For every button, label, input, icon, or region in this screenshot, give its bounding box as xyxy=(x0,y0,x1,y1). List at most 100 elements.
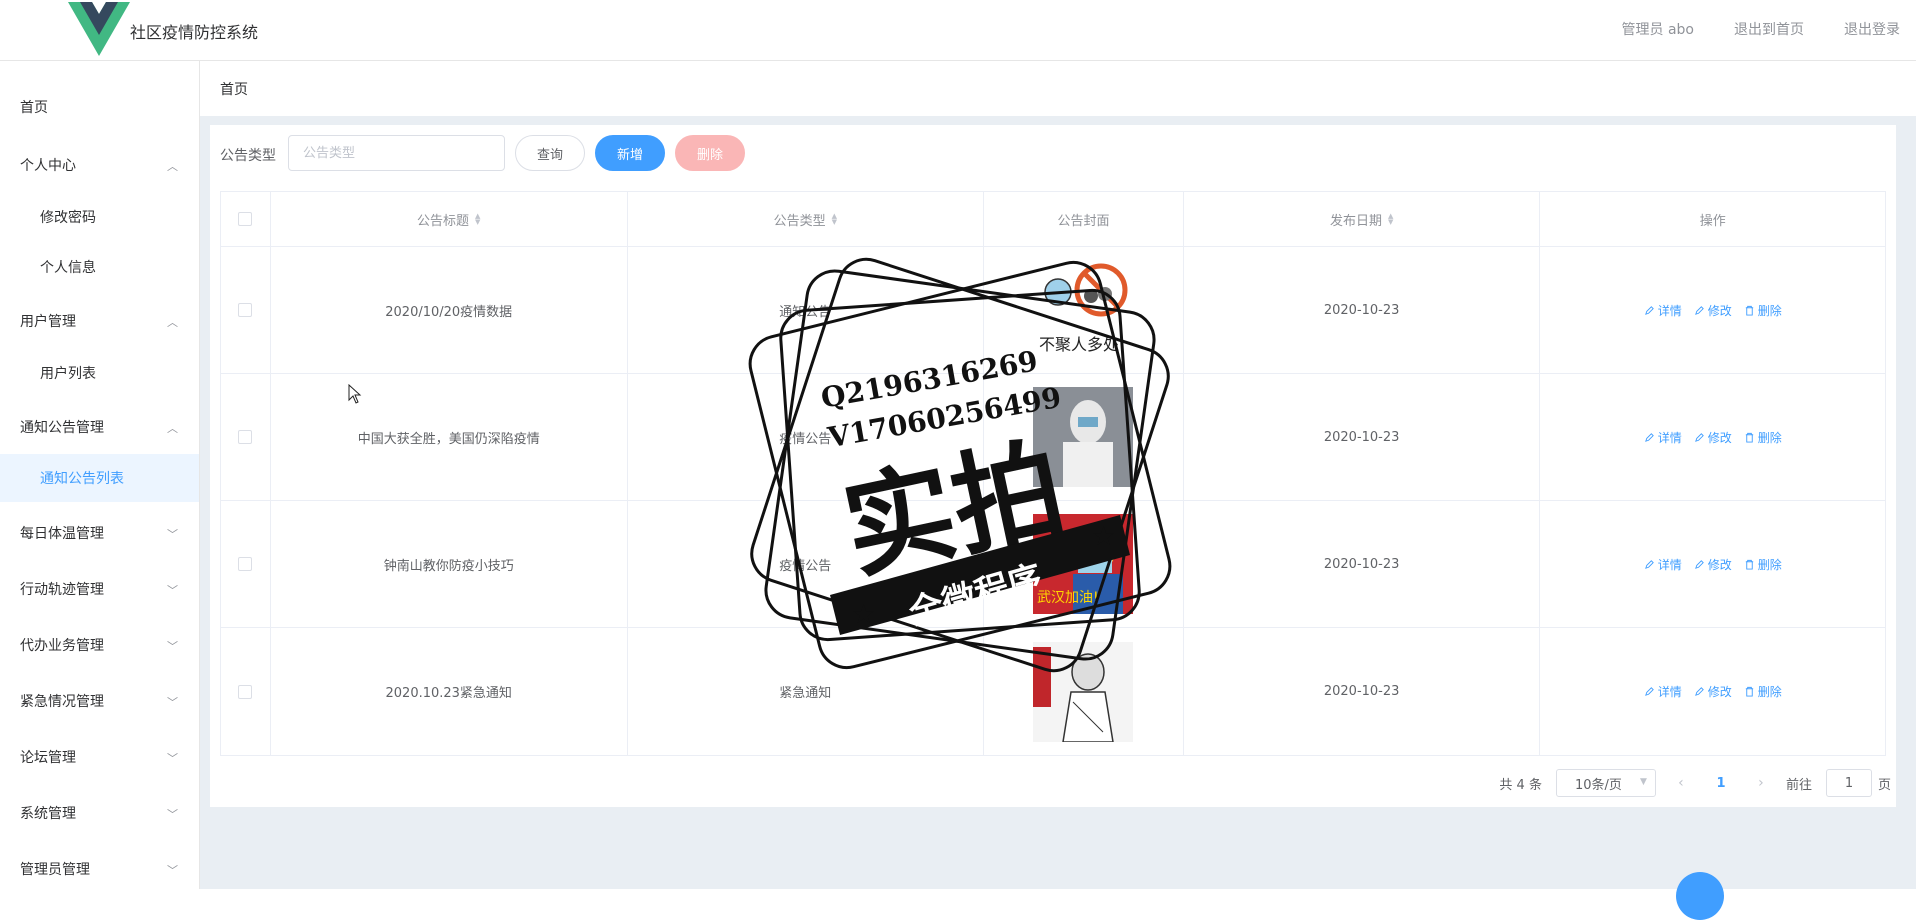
sidebar-item-personal-center[interactable]: 个人中心 ︿ xyxy=(0,141,199,189)
detail-button[interactable]: 详情 xyxy=(1644,429,1682,446)
delete-button[interactable]: 删除 xyxy=(1744,429,1782,446)
cell-type: 紧急通知 xyxy=(628,628,985,755)
sidebar-item-label: 代办业务管理 xyxy=(20,638,104,654)
sort-icon[interactable]: ▲ ▼ xyxy=(475,213,480,226)
breadcrumb-bar: 首页 xyxy=(200,61,1916,116)
edit-button[interactable]: 修改 xyxy=(1694,429,1732,446)
sidebar-item-label: 行动轨迹管理 xyxy=(20,582,104,598)
pagination: 共 4 条 10条/页▼ ‹ 1 › 前往 页 xyxy=(1499,769,1891,797)
chevron-down-icon: ﹀ xyxy=(167,864,178,877)
chevron-down-icon: ﹀ xyxy=(167,584,178,597)
sort-icon[interactable]: ▲ ▼ xyxy=(832,213,837,226)
sidebar-item-emergency[interactable]: 紧急情况管理 ﹀ xyxy=(0,677,199,725)
chevron-down-icon: ﹀ xyxy=(167,808,178,821)
batch-delete-button[interactable]: 删除 xyxy=(675,135,745,171)
sidebar-item-agency[interactable]: 代办业务管理 ﹀ xyxy=(0,621,199,669)
user-label: 管理员 abo xyxy=(1621,22,1694,38)
table-row: 钟南山教你防疫小技巧 疫情公告 武汉加油! 2020-10-23 详情 修改 删… xyxy=(221,501,1885,628)
row-checkbox[interactable] xyxy=(238,430,253,444)
edit-icon xyxy=(1644,559,1654,569)
edit-button[interactable]: 修改 xyxy=(1694,302,1732,319)
row-checkbox[interactable] xyxy=(238,684,253,699)
delete-button[interactable]: 删除 xyxy=(1744,302,1782,319)
query-button[interactable]: 查询 xyxy=(515,135,585,171)
select-all-checkbox[interactable] xyxy=(238,212,253,226)
edit-icon xyxy=(1694,687,1704,696)
column-header-date[interactable]: 发布日期 ▲ ▼ xyxy=(1184,192,1541,246)
sidebar-item-admin[interactable]: 管理员管理 ﹀ xyxy=(0,845,199,893)
sort-icon[interactable]: ▲ ▼ xyxy=(1388,213,1393,226)
sidebar-item-label: 每日体温管理 xyxy=(20,526,104,542)
main-content: 首页 公告类型 查询 新增 删除 公告标题▲▼ 公告类型▲▼ 公告封面 发布日期… xyxy=(200,61,1916,889)
detail-button[interactable]: 详情 xyxy=(1644,683,1682,700)
cell-title: 中国大获全胜，美国仍深陷疫情 xyxy=(271,374,628,500)
sidebar-item-user-list[interactable]: 用户列表 xyxy=(0,349,199,397)
logout-link[interactable]: 退出登录 xyxy=(1844,19,1900,39)
vue-logo-icon xyxy=(68,2,130,56)
add-button[interactable]: 新增 xyxy=(595,135,665,171)
delete-button[interactable]: 删除 xyxy=(1744,556,1782,573)
sidebar-item-forum[interactable]: 论坛管理 ﹀ xyxy=(0,733,199,781)
chevron-up-icon: ︿ xyxy=(167,422,178,435)
sidebar-item-user-management[interactable]: 用户管理 ︿ xyxy=(0,297,199,345)
table-header: 公告标题 ▲ ▼ 公告类型 ▲ ▼ 公告封面 发布日期 ▲ ▼ 操作 xyxy=(221,192,1885,247)
chevron-up-icon: ︿ xyxy=(167,316,178,329)
page-size-select[interactable]: 10条/页 ▼ xyxy=(1555,769,1656,797)
edit-button[interactable]: 修改 xyxy=(1694,556,1732,573)
edit-icon xyxy=(1694,305,1704,315)
cover-image xyxy=(1033,641,1134,742)
edit-icon xyxy=(1644,305,1654,315)
cell-date: 2020-10-23 xyxy=(1184,374,1541,500)
sidebar-item-system[interactable]: 系统管理 ﹀ xyxy=(0,789,199,837)
prev-page-icon[interactable]: ‹ xyxy=(1670,775,1692,791)
detail-button[interactable]: 详情 xyxy=(1644,556,1682,573)
edit-button[interactable]: 修改 xyxy=(1694,683,1732,700)
sidebar-menu: 首页 个人中心 ︿ 修改密码 个人信息 用户管理 ︿ 用户列表 通知公告管理 ︿ 通知… xyxy=(0,61,200,889)
back-home-link[interactable]: 退出到首页 xyxy=(1734,19,1804,39)
sidebar-item-trajectory[interactable]: 行动轨迹管理 ﹀ xyxy=(0,565,199,613)
cover-caption: 武汉加油! xyxy=(1037,590,1099,606)
cell-title: 2020.10.23紧急通知 xyxy=(271,628,628,755)
edit-icon xyxy=(1644,687,1654,696)
sidebar-item-home[interactable]: 首页 xyxy=(0,83,199,131)
cell-date: 2020-10-23 xyxy=(1184,247,1541,373)
detail-button[interactable]: 详情 xyxy=(1644,302,1682,319)
goto-page-input[interactable] xyxy=(1825,769,1872,797)
sidebar-item-notice-list[interactable]: 通知公告列表 xyxy=(0,454,199,502)
sidebar-item-label: 管理员管理 xyxy=(20,862,90,878)
breadcrumb[interactable]: 首页 xyxy=(220,79,248,99)
sidebar-item-label: 通知公告管理 xyxy=(20,420,104,436)
chevron-up-icon: ︿ xyxy=(167,160,178,173)
sidebar-item-label: 修改密码 xyxy=(40,210,96,226)
edit-icon xyxy=(1694,432,1704,442)
cover-image: 不聚人多处 xyxy=(1033,260,1134,360)
sidebar-item-temperature[interactable]: 每日体温管理 ﹀ xyxy=(0,509,199,557)
cell-date: 2020-10-23 xyxy=(1184,501,1541,627)
chevron-down-icon: ﹀ xyxy=(167,752,178,765)
chevron-down-icon: ▼ xyxy=(1640,777,1647,787)
sidebar-item-label: 论坛管理 xyxy=(20,750,76,766)
column-header-type[interactable]: 公告类型 ▲ ▼ xyxy=(628,192,985,246)
app-title: 社区疫情防控系统 xyxy=(130,23,259,42)
top-header: 社区疫情防控系统 管理员 abo 退出到首页 退出登录 xyxy=(0,0,1916,61)
notice-type-search-input[interactable] xyxy=(288,135,505,171)
page-number[interactable]: 1 xyxy=(1706,776,1736,791)
cover-image: 武汉加油! xyxy=(1033,514,1134,614)
delete-button[interactable]: 删除 xyxy=(1744,683,1782,700)
cell-date: 2020-10-23 xyxy=(1184,628,1541,755)
cell-type: 通知公告 xyxy=(628,247,985,373)
chevron-down-icon: ﹀ xyxy=(167,640,178,653)
next-page-icon[interactable]: › xyxy=(1750,775,1772,791)
sidebar-item-notice-management[interactable]: 通知公告管理 ︿ xyxy=(0,403,199,451)
column-header-title[interactable]: 公告标题 ▲ ▼ xyxy=(271,192,628,246)
cell-type: 疫情公告 xyxy=(628,374,985,500)
row-checkbox[interactable] xyxy=(238,303,253,317)
goto-suffix: 页 xyxy=(1877,777,1891,793)
row-checkbox[interactable] xyxy=(238,557,253,571)
table-row: 中国大获全胜，美国仍深陷疫情 疫情公告 2020-10-23 详情 修改 删除 xyxy=(221,374,1885,501)
goto-prefix: 前往 xyxy=(1785,777,1812,793)
floating-action-button[interactable] xyxy=(1676,872,1724,920)
sidebar-item-change-password[interactable]: 修改密码 xyxy=(0,193,199,241)
sidebar-item-profile[interactable]: 个人信息 xyxy=(0,243,199,291)
sidebar-item-label: 用户管理 xyxy=(20,314,76,330)
